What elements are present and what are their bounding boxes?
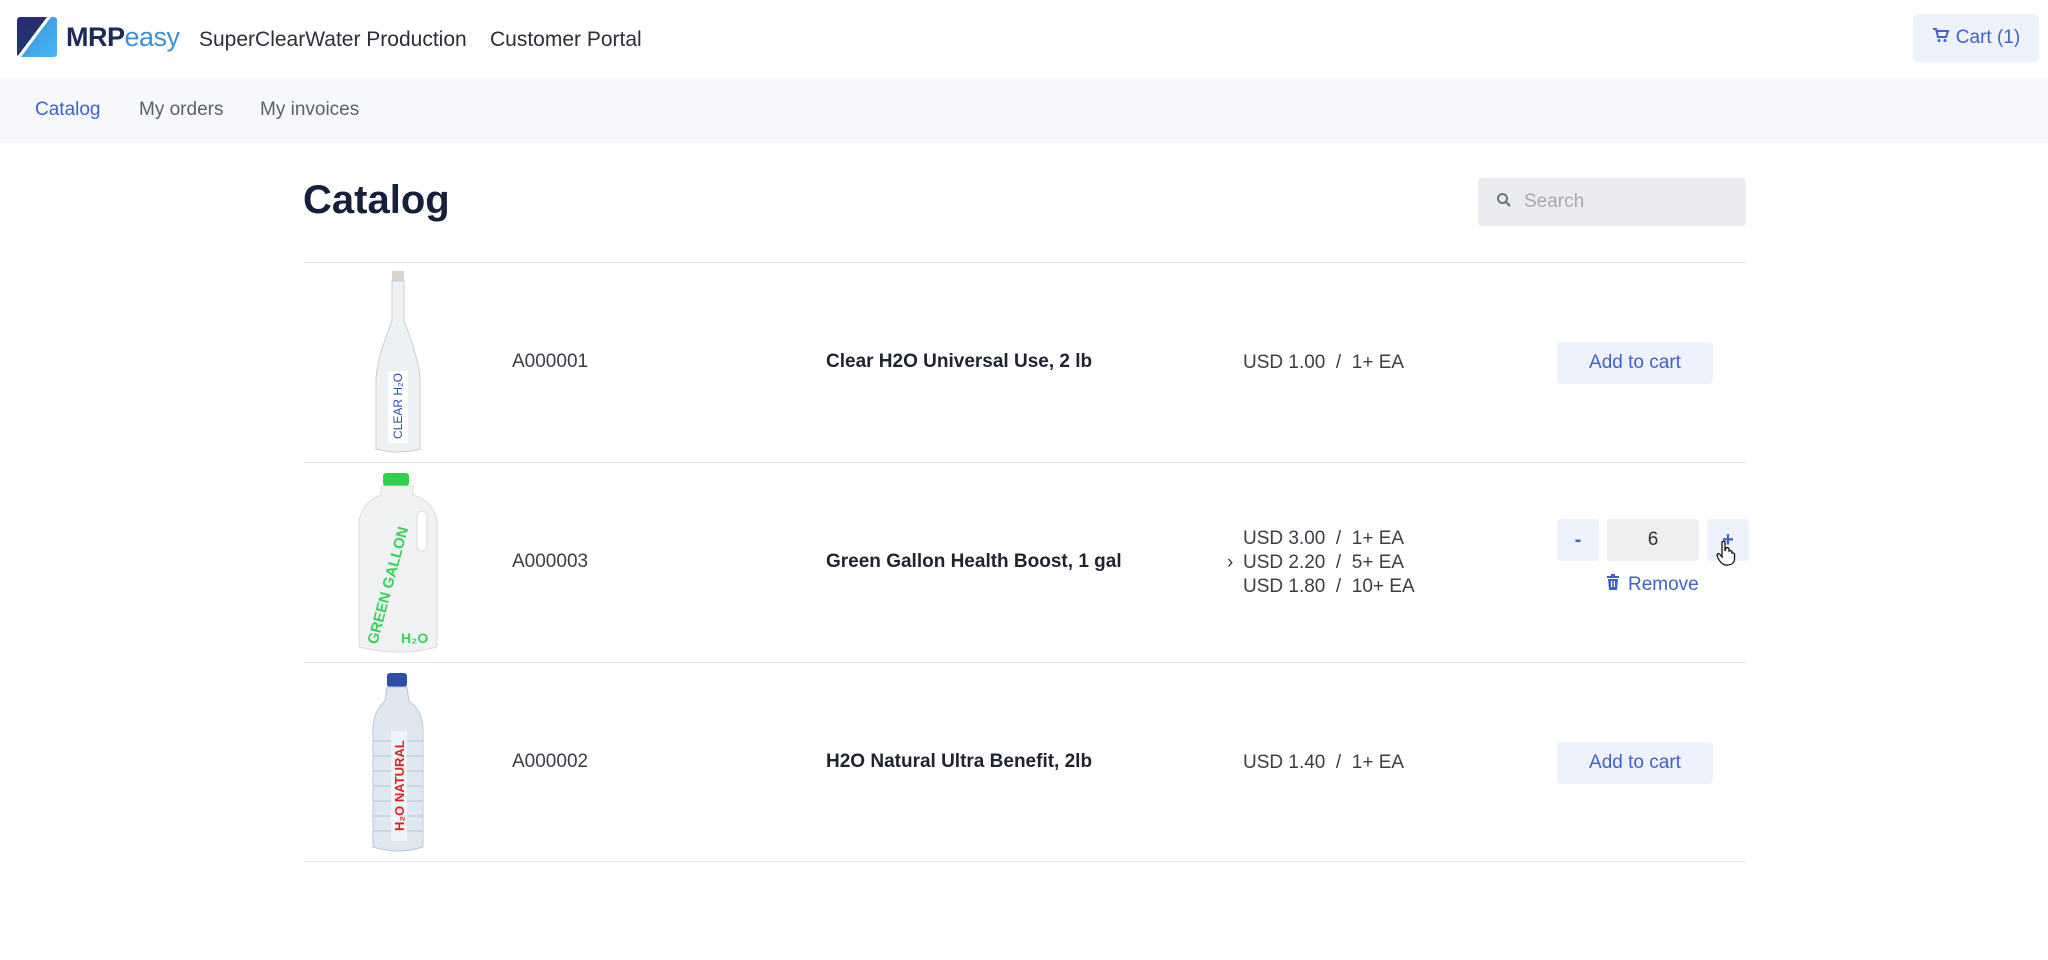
product-image-clear-h2o: CLEAR H₂O bbox=[343, 271, 453, 455]
svg-text:H₂O: H₂O bbox=[401, 630, 428, 646]
main-nav: Catalog My orders My invoices bbox=[0, 78, 2048, 143]
product-label-text: CLEAR H₂O bbox=[391, 373, 405, 439]
search-box[interactable] bbox=[1478, 178, 1746, 226]
decrease-quantity-button[interactable]: - bbox=[1557, 519, 1599, 561]
page-title: Catalog bbox=[303, 178, 450, 222]
product-row: CLEAR H₂O A000001 Clear H2O Universal Us… bbox=[303, 262, 1746, 462]
remove-label: Remove bbox=[1628, 574, 1699, 595]
nav-my-invoices[interactable]: My invoices bbox=[260, 99, 359, 121]
product-name: Green Gallon Health Boost, 1 gal bbox=[826, 551, 1122, 572]
price-tiers: USD 3.00 / 1+ EA › USD 2.20 / 5+ EA USD 1… bbox=[1227, 527, 1415, 599]
price-tier-text: USD 3.00 / 1+ EA bbox=[1243, 528, 1405, 549]
price-tier: USD 1.00 / 1+ EA bbox=[1243, 352, 1405, 373]
cart-icon bbox=[1932, 27, 1950, 49]
quantity-input[interactable] bbox=[1607, 519, 1699, 561]
product-row: H₂O NATURAL A000002 H2O Natural Ultra Be… bbox=[303, 662, 1746, 862]
price-tier-selected: › USD 2.20 / 5+ EA bbox=[1227, 551, 1415, 575]
hand-pointer-cursor-icon bbox=[1716, 540, 1736, 571]
mrpeasy-logo-icon bbox=[17, 17, 57, 57]
price-tiers: USD 1.40 / 1+ EA bbox=[1243, 751, 1404, 775]
product-name: Clear H2O Universal Use, 2 lb bbox=[826, 351, 1093, 372]
chevron-right-icon: › bbox=[1227, 552, 1234, 573]
cart-label: Cart (1) bbox=[1955, 27, 2021, 48]
brand-bold: MRP bbox=[66, 22, 125, 52]
catalog-table: CLEAR H₂O A000001 Clear H2O Universal Us… bbox=[303, 262, 1749, 862]
price-tier-text: USD 1.80 / 10+ EA bbox=[1243, 576, 1415, 597]
price-tier-text: USD 2.20 / 5+ EA bbox=[1243, 552, 1405, 573]
product-code: A000003 bbox=[512, 551, 589, 572]
trash-icon bbox=[1606, 574, 1620, 596]
price-tier: USD 3.00 / 1+ EA bbox=[1243, 527, 1415, 551]
product-name: H2O Natural Ultra Benefit, 2lb bbox=[826, 751, 1093, 772]
product-label-text: H₂O NATURAL bbox=[392, 740, 407, 831]
add-to-cart-button[interactable]: Add to cart bbox=[1557, 342, 1713, 384]
remove-button[interactable]: Remove bbox=[1606, 574, 1699, 596]
product-code: A000001 bbox=[512, 351, 589, 372]
cart-button[interactable]: Cart (1) bbox=[1913, 14, 2039, 62]
brand-light: easy bbox=[124, 22, 181, 52]
product-code: A000002 bbox=[512, 751, 589, 772]
price-tier: USD 1.40 / 1+ EA bbox=[1243, 752, 1405, 773]
add-to-cart-button[interactable]: Add to cart bbox=[1557, 742, 1713, 784]
nav-catalog[interactable]: Catalog bbox=[35, 99, 101, 121]
portal-name: Customer Portal bbox=[490, 28, 642, 51]
price-tiers: USD 1.00 / 1+ EA bbox=[1243, 351, 1404, 375]
company-name: SuperClearWater Production bbox=[199, 28, 467, 51]
product-image-green-gallon: GREEN GALLON H₂O bbox=[343, 471, 453, 655]
nav-my-orders[interactable]: My orders bbox=[139, 99, 223, 121]
brand-logo-text: MRPeasy bbox=[66, 22, 180, 53]
search-icon bbox=[1496, 192, 1512, 213]
top-bar: MRPeasy SuperClearWater Production Custo… bbox=[0, 0, 2048, 78]
search-input[interactable] bbox=[1524, 191, 1724, 213]
product-image-h2o-natural: H₂O NATURAL bbox=[343, 671, 453, 855]
price-tier: USD 1.80 / 10+ EA bbox=[1243, 575, 1415, 599]
product-row: GREEN GALLON H₂O A000003 Green Gallon He… bbox=[303, 462, 1749, 662]
